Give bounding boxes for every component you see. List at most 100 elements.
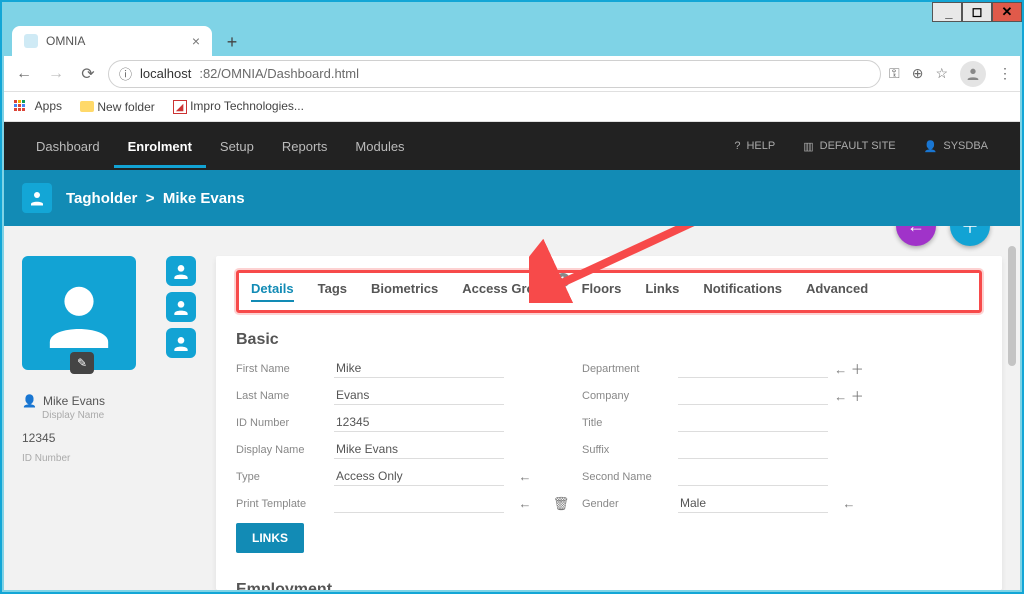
- avatar-thumb-2[interactable]: [166, 292, 196, 322]
- key-icon[interactable]: ⚿: [889, 65, 900, 82]
- tab-notifications[interactable]: Notifications: [703, 281, 782, 302]
- field-suffix[interactable]: [678, 441, 828, 459]
- star-icon[interactable]: ☆: [935, 65, 948, 82]
- tab-tags[interactable]: Tags: [318, 281, 347, 302]
- bookmark-newfolder[interactable]: New folder: [80, 100, 155, 114]
- avatar-thumb-3[interactable]: [166, 328, 196, 358]
- site-icon: ▥: [803, 140, 813, 153]
- links-button[interactable]: LINKS: [236, 523, 304, 553]
- tab-advanced[interactable]: Advanced: [806, 281, 868, 302]
- field-display-name[interactable]: Mike Evans: [334, 440, 504, 459]
- bookmark-impro[interactable]: ◢ Impro Technologies...: [173, 99, 304, 115]
- tab-floors[interactable]: Floors: [582, 281, 622, 302]
- basic-form: First Name Mike Department ← ＋ Last Name…: [236, 359, 982, 513]
- field-company[interactable]: [678, 387, 828, 405]
- avatar-block: ✎: [22, 256, 192, 370]
- site-info-icon[interactable]: ⓘ: [119, 64, 132, 83]
- avatar-edit-button[interactable]: ✎: [70, 352, 94, 374]
- nav-site[interactable]: ▥DEFAULT SITE: [789, 140, 909, 153]
- tab-access-groups[interactable]: Access Groups 1: [462, 281, 557, 302]
- field-second-name[interactable]: [678, 468, 828, 486]
- nav-modules[interactable]: Modules: [341, 125, 418, 168]
- field-first-name[interactable]: Mike: [334, 359, 504, 378]
- gender-pick-icon[interactable]: ←: [834, 496, 864, 511]
- browser-tab-title: OMNIA: [46, 34, 85, 48]
- print-template-delete-icon[interactable]: 🗑: [546, 496, 576, 512]
- breadcrumb-leaf: Mike Evans: [163, 190, 245, 207]
- field-gender[interactable]: Male: [678, 494, 828, 513]
- avatar-thumb-1[interactable]: [166, 256, 196, 286]
- tab-close-icon[interactable]: ×: [192, 33, 200, 49]
- page-header: Tagholder > Mike Evans: [4, 170, 1020, 226]
- nav-enrolment[interactable]: Enrolment: [114, 125, 206, 168]
- breadcrumb-root[interactable]: Tagholder: [66, 190, 137, 207]
- browser-right-icons: ⚿ ⊕ ☆ ⋮: [889, 61, 1012, 87]
- app-navbar: Dashboard Enrolment Setup Reports Module…: [4, 122, 1020, 170]
- address-toolbar: ← → ⟳ ⓘ localhost:82/OMNIA/Dashboard.htm…: [4, 56, 1020, 92]
- nav-help[interactable]: ?HELP: [720, 140, 789, 152]
- tab-access-groups-label: Access Groups: [462, 281, 557, 296]
- favicon-icon: [24, 34, 38, 48]
- label-first-name: First Name: [236, 363, 328, 375]
- new-tab-button[interactable]: +: [218, 28, 246, 56]
- arrow-left-icon: ←: [907, 226, 925, 237]
- tab-details[interactable]: Details: [251, 281, 294, 302]
- section-basic-title: Basic: [236, 331, 982, 349]
- os-window: _ ◻ ✕ OMNIA × + ← → ⟳ ⓘ localhost:82/OMN…: [0, 0, 1024, 594]
- user-icon: 👤: [924, 140, 938, 153]
- tab-biometrics[interactable]: Biometrics: [371, 281, 438, 302]
- bookmarks-bar: Apps New folder ◢ Impro Technologies...: [4, 92, 1020, 122]
- field-type[interactable]: Access Only: [334, 467, 504, 486]
- profile-avatar-icon[interactable]: [960, 61, 986, 87]
- header-person-icon: [22, 183, 52, 213]
- company-pick-icon[interactable]: ← ＋: [834, 386, 864, 405]
- label-print-template: Print Template: [236, 498, 328, 510]
- window-maximize-button[interactable]: ◻: [962, 2, 992, 22]
- type-pick-icon[interactable]: ←: [510, 469, 540, 484]
- address-bar[interactable]: ⓘ localhost:82/OMNIA/Dashboard.html: [108, 60, 881, 88]
- person-small-icon: 👤: [22, 394, 37, 408]
- nav-setup[interactable]: Setup: [206, 125, 268, 168]
- content-inner: ✎ 👤 Mike Evans Display Name 123: [4, 226, 1020, 590]
- kebab-menu-icon[interactable]: ⋮: [998, 65, 1012, 82]
- tab-badge: 1: [556, 273, 570, 287]
- label-suffix: Suffix: [582, 444, 672, 456]
- field-department[interactable]: [678, 360, 828, 378]
- detail-tabs: Details Tags Biometrics Access Groups 1 …: [236, 270, 982, 313]
- label-second-name: Second Name: [582, 471, 672, 483]
- window-minimize-button[interactable]: _: [932, 2, 962, 22]
- app-viewport: Dashboard Enrolment Setup Reports Module…: [4, 122, 1020, 590]
- browser-chrome: OMNIA × + ← → ⟳ ⓘ localhost:82/OMNIA/Das…: [4, 22, 1020, 590]
- browser-tab[interactable]: OMNIA ×: [12, 26, 212, 56]
- window-close-button[interactable]: ✕: [992, 2, 1022, 22]
- field-title[interactable]: [678, 414, 828, 432]
- url-path: :82/OMNIA/Dashboard.html: [199, 66, 359, 81]
- fab-add-button[interactable]: ＋: [950, 226, 990, 246]
- field-last-name[interactable]: Evans: [334, 386, 504, 405]
- label-title: Title: [582, 417, 672, 429]
- field-print-template[interactable]: [334, 495, 504, 513]
- tab-links[interactable]: Links: [645, 281, 679, 302]
- nav-reports[interactable]: Reports: [268, 125, 342, 168]
- left-column: ✎ 👤 Mike Evans Display Name 123: [22, 256, 192, 590]
- reload-button[interactable]: ⟳: [76, 62, 100, 86]
- right-column: Details Tags Biometrics Access Groups 1 …: [216, 256, 1002, 590]
- browser-tabs-row: OMNIA × +: [4, 22, 1020, 56]
- department-pick-icon[interactable]: ← ＋: [834, 359, 864, 378]
- bookmark-apps[interactable]: Apps: [14, 99, 62, 114]
- nav-user[interactable]: 👤SYSDBA: [910, 140, 1002, 153]
- sidebar-display-name: Mike Evans: [43, 394, 105, 408]
- zoom-icon[interactable]: ⊕: [912, 65, 924, 82]
- bookmark-impro-label: Impro Technologies...: [190, 99, 304, 113]
- nav-dashboard[interactable]: Dashboard: [22, 125, 114, 168]
- breadcrumb-sep: >: [146, 190, 155, 207]
- forward-button[interactable]: →: [44, 62, 68, 86]
- fab-back-button[interactable]: ←: [896, 226, 936, 246]
- content-area: ← ＋: [4, 226, 1020, 590]
- print-template-pick-icon[interactable]: ←: [510, 496, 540, 511]
- label-department: Department: [582, 363, 672, 375]
- pencil-icon: ✎: [77, 356, 87, 370]
- back-button[interactable]: ←: [12, 62, 36, 86]
- impro-icon: ◢: [173, 100, 187, 114]
- field-id-number[interactable]: 12345: [334, 413, 504, 432]
